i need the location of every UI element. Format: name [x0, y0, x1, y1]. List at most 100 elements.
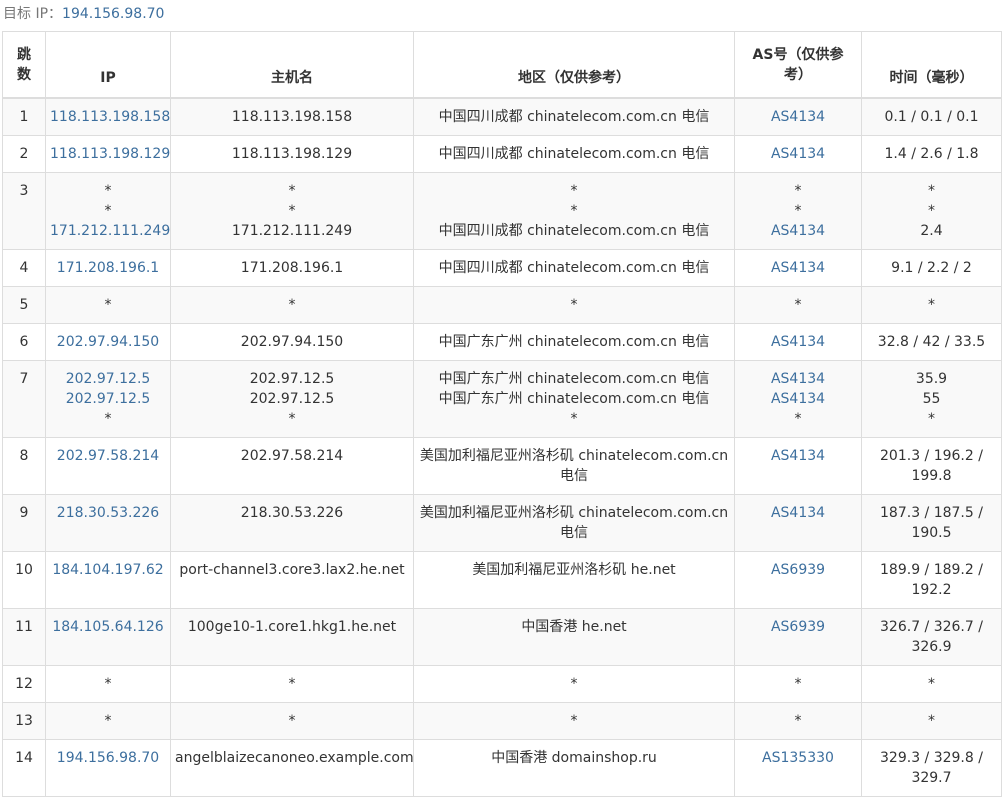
as-link[interactable]: AS4134 — [739, 446, 857, 466]
ip-link[interactable]: 118.113.198.129 — [50, 144, 170, 164]
table-row: 5 * * * * * — [2, 286, 1002, 324]
host-cell: 202.97.12.5 202.97.12.5 * — [170, 360, 414, 438]
as-cell: AS4134 — [734, 437, 862, 495]
ip-link[interactable]: 184.104.197.62 — [50, 560, 166, 580]
ip-cell: * — [45, 702, 171, 740]
timeout-star: * — [928, 297, 935, 313]
host-cell: * * 171.212.111.249 — [170, 172, 414, 250]
ip-link[interactable]: 118.113.198.158 — [50, 107, 170, 127]
ip-cell: 202.97.58.214 — [45, 437, 171, 495]
as-link[interactable]: AS4134 — [739, 369, 857, 389]
host-value: 171.208.196.1 — [240, 260, 344, 276]
time-value: 0.1 / 0.1 / 0.1 — [884, 109, 979, 125]
as-cell: AS6939 — [734, 551, 862, 609]
as-link[interactable]: AS4134 — [739, 107, 857, 127]
timeout-star: * — [570, 297, 578, 313]
host-value: 202.97.58.214 — [240, 448, 344, 464]
time-cell: 1.4 / 2.6 / 1.8 — [861, 135, 1002, 173]
ip-link[interactable]: 194.156.98.70 — [50, 748, 166, 768]
timeout-star: * — [928, 676, 935, 692]
region-cell: 美国加利福尼亚州洛杉矶 he.net — [413, 551, 735, 609]
ip-link[interactable]: 184.105.64.126 — [50, 617, 166, 637]
timeout-star: * — [794, 297, 802, 313]
as-link[interactable]: AS4134 — [739, 258, 857, 278]
time-value: 55 — [922, 391, 941, 407]
hop-cell: 3 — [2, 172, 46, 250]
ip-cell: * — [45, 286, 171, 324]
header-as: AS号（仅供参考） — [734, 31, 862, 99]
as-cell: AS4134 AS4134 * — [734, 360, 862, 438]
timeout-star: * — [794, 676, 802, 692]
host-value: port-channel3.core3.lax2.he.net — [179, 562, 405, 578]
timeout-star: * — [104, 203, 112, 219]
region-value: 中国香港 he.net — [521, 619, 627, 635]
as-cell: * * AS4134 — [734, 172, 862, 250]
target-ip-link[interactable]: 194.156.98.70 — [62, 6, 164, 22]
as-link[interactable]: AS4134 — [739, 503, 857, 523]
region-cell: 中国四川成都 chinatelecom.com.cn 电信 — [413, 97, 735, 136]
host-value: angelblaizecanoneo.example.com — [175, 750, 414, 766]
time-value: 326.7 / 326.7 / 326.9 — [880, 619, 983, 655]
as-link[interactable]: AS135330 — [739, 748, 857, 768]
ip-link[interactable]: 202.97.12.5 — [50, 389, 166, 409]
timeout-star: * — [570, 713, 578, 729]
time-value: 187.3 / 187.5 / 190.5 — [880, 505, 983, 541]
timeout-star: * — [794, 183, 802, 199]
table-row: 14 194.156.98.70 angelblaizecanoneo.exampl… — [2, 739, 1002, 797]
region-cell: 中国香港 domainshop.ru — [413, 739, 735, 797]
time-value: 1.4 / 2.6 / 1.8 — [884, 146, 979, 162]
timeout-star: * — [288, 676, 296, 692]
host-value: 202.97.12.5 — [249, 371, 335, 387]
region-value: 美国加利福尼亚州洛杉矶 he.net — [472, 562, 676, 578]
region-cell: 中国广东广州 chinatelecom.com.cn 电信 — [413, 323, 735, 361]
ip-link[interactable]: 218.30.53.226 — [50, 503, 166, 523]
ip-cell: 184.104.197.62 — [45, 551, 171, 609]
hop-cell: 5 — [2, 286, 46, 324]
time-cell: * — [861, 702, 1002, 740]
region-value: 美国加利福尼亚州洛杉矶 chinatelecom.com.cn 电信 — [419, 448, 729, 484]
host-cell: port-channel3.core3.lax2.he.net — [170, 551, 414, 609]
region-value: 美国加利福尼亚州洛杉矶 chinatelecom.com.cn 电信 — [419, 505, 729, 541]
as-link[interactable]: AS4134 — [739, 389, 857, 409]
timeout-star: * — [570, 183, 578, 199]
table-row: 8 202.97.58.214 202.97.58.214 美国加利福尼亚州洛杉矶 c… — [2, 437, 1002, 495]
ip-link[interactable]: 202.97.12.5 — [50, 369, 166, 389]
traceroute-table: 跳数 IP 主机名 地区（仅供参考） AS号（仅供参考） 时间（毫秒） 1 118… — [2, 31, 1002, 797]
host-value: 202.97.12.5 — [249, 391, 335, 407]
host-cell: 118.113.198.129 — [170, 135, 414, 173]
host-cell: * — [170, 286, 414, 324]
time-value: 329.3 / 329.8 / 329.7 — [880, 750, 983, 786]
timeout-star: * — [104, 676, 112, 692]
time-cell: 9.1 / 2.2 / 2 — [861, 249, 1002, 287]
timeout-star: * — [104, 713, 112, 729]
time-cell: 35.9 55 * — [861, 360, 1002, 438]
region-cell: * — [413, 665, 735, 703]
ip-link[interactable]: 171.212.111.249 — [50, 221, 170, 241]
as-link[interactable]: AS4134 — [739, 144, 857, 164]
as-link[interactable]: AS4134 — [739, 332, 857, 352]
region-value: 中国广东广州 chinatelecom.com.cn 电信 — [438, 391, 710, 407]
region-value: 中国广东广州 chinatelecom.com.cn 电信 — [438, 334, 710, 350]
as-link[interactable]: AS6939 — [739, 617, 857, 637]
time-cell: * * 2.4 — [861, 172, 1002, 250]
host-cell: 202.97.94.150 — [170, 323, 414, 361]
timeout-star: * — [288, 183, 296, 199]
as-link[interactable]: AS4134 — [739, 221, 857, 241]
timeout-star: * — [288, 203, 296, 219]
hop-cell: 12 — [2, 665, 46, 703]
ip-link[interactable]: 202.97.58.214 — [50, 446, 166, 466]
ip-link[interactable]: 202.97.94.150 — [50, 332, 166, 352]
time-cell: 201.3 / 196.2 / 199.8 — [861, 437, 1002, 495]
header-time: 时间（毫秒） — [861, 31, 1002, 99]
header-hop: 跳数 — [2, 31, 46, 99]
table-row: 13 * * * * * — [2, 702, 1002, 740]
ip-cell: * — [45, 665, 171, 703]
as-link[interactable]: AS6939 — [739, 560, 857, 580]
host-cell: 202.97.58.214 — [170, 437, 414, 495]
ip-link[interactable]: 171.208.196.1 — [50, 258, 166, 278]
timeout-star: * — [570, 411, 578, 427]
as-cell: * — [734, 286, 862, 324]
region-cell: * — [413, 702, 735, 740]
target-ip-label: 目标 IP： — [3, 6, 63, 22]
table-row: 2 118.113.198.129 118.113.198.129 中国四川成都 ch… — [2, 135, 1002, 173]
